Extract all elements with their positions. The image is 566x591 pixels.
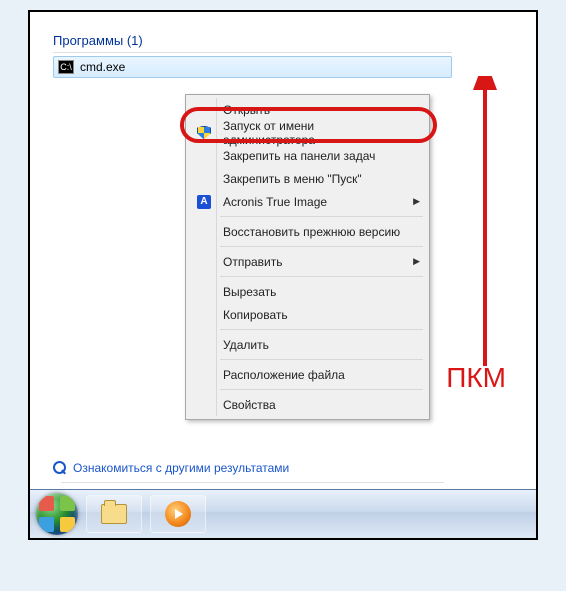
- taskbar-explorer-button[interactable]: [86, 495, 142, 533]
- ctx-file-location[interactable]: Расположение файла: [189, 363, 426, 386]
- context-menu-separator: [220, 389, 423, 390]
- ctx-restore-previous[interactable]: Восстановить прежнюю версию: [189, 220, 426, 243]
- context-menu-separator: [220, 276, 423, 277]
- search-icon: [53, 461, 67, 475]
- ctx-properties-label: Свойства: [223, 398, 276, 412]
- ctx-delete-label: Удалить: [223, 338, 269, 352]
- divider: [61, 482, 444, 483]
- screenshot-frame: Программы (1) C:\ cmd.exe Ознакомиться с…: [28, 10, 538, 540]
- ctx-open-label: Открыть: [223, 103, 270, 117]
- ctx-copy-label: Копировать: [223, 308, 288, 322]
- context-menu-separator: [220, 216, 423, 217]
- ctx-pin-taskbar-label: Закрепить на панели задач: [223, 149, 375, 163]
- ctx-delete[interactable]: Удалить: [189, 333, 426, 356]
- cmd-icon: C:\: [58, 60, 74, 74]
- ctx-run-as-admin-label: Запуск от имени администратора: [223, 119, 408, 147]
- context-menu: Открыть Запуск от имени администратора З…: [185, 94, 430, 420]
- taskbar: [30, 489, 536, 538]
- ctx-acronis-label: Acronis True Image: [223, 195, 327, 209]
- ctx-send-to[interactable]: Отправить: [189, 250, 426, 273]
- context-menu-separator: [220, 246, 423, 247]
- start-button[interactable]: [36, 493, 78, 535]
- ctx-copy[interactable]: Копировать: [189, 303, 426, 326]
- search-result-cmd[interactable]: C:\ cmd.exe: [53, 56, 452, 78]
- ctx-cut[interactable]: Вырезать: [189, 280, 426, 303]
- context-menu-separator: [220, 329, 423, 330]
- result-label: cmd.exe: [80, 60, 125, 74]
- ctx-send-to-label: Отправить: [223, 255, 283, 269]
- ctx-restore-previous-label: Восстановить прежнюю версию: [223, 225, 400, 239]
- results-header: Программы (1): [45, 27, 460, 52]
- taskbar-media-player-button[interactable]: [150, 495, 206, 533]
- ctx-acronis[interactable]: A Acronis True Image: [189, 190, 426, 213]
- see-more-label: Ознакомиться с другими результатами: [73, 461, 289, 475]
- ctx-properties[interactable]: Свойства: [189, 393, 426, 416]
- context-menu-separator: [220, 359, 423, 360]
- divider: [53, 52, 452, 53]
- acronis-icon: A: [196, 194, 212, 210]
- ctx-pin-start-label: Закрепить в меню "Пуск": [223, 172, 362, 186]
- shield-icon: [196, 125, 212, 141]
- ctx-cut-label: Вырезать: [223, 285, 276, 299]
- ctx-pin-taskbar[interactable]: Закрепить на панели задач: [189, 144, 426, 167]
- explorer-icon: [101, 504, 127, 524]
- ctx-file-location-label: Расположение файла: [223, 368, 345, 382]
- ctx-run-as-admin[interactable]: Запуск от имени администратора: [189, 121, 426, 144]
- ctx-pin-start[interactable]: Закрепить в меню "Пуск": [189, 167, 426, 190]
- see-more-results-link[interactable]: Ознакомиться с другими результатами: [53, 461, 289, 475]
- media-player-icon: [165, 501, 191, 527]
